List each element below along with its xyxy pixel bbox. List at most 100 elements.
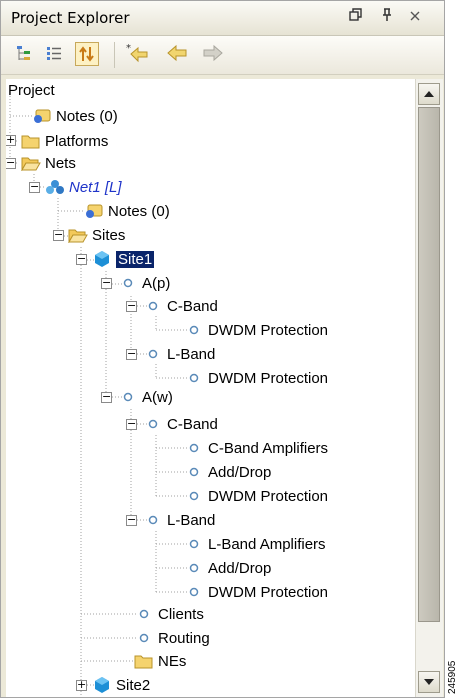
tree-label-notes: Notes (0) — [56, 107, 118, 125]
tree-node-a-p-cband[interactable]: C-Band — [143, 295, 218, 317]
collapse-a-w-lband-toggle[interactable]: − — [126, 514, 137, 526]
tree-node-a-p-cband-dwdm[interactable]: DWDM Protection — [184, 319, 328, 341]
network-icon — [45, 178, 65, 196]
tree-node-sites[interactable]: Sites — [68, 224, 125, 246]
tree-node-a-p[interactable]: A(p) — [118, 272, 170, 294]
tree-node-nes[interactable]: NEs — [134, 650, 186, 672]
tree-label-routing: Routing — [158, 629, 210, 647]
tree-label-a-w-cband-adddrop: Add/Drop — [208, 463, 272, 481]
tree-node-a-p-lband-dwdm[interactable]: DWDM Protection — [184, 367, 328, 389]
node-dot-icon — [184, 535, 204, 553]
tree-label-nes: NEs — [158, 652, 187, 670]
tree-label-a-w-lband-dwdm: DWDM Protection — [208, 583, 329, 601]
collapse-a-w-cband-toggle[interactable]: − — [126, 418, 137, 430]
collapse-a-p-cband-toggle[interactable]: − — [126, 300, 137, 312]
tree-node-net-notes[interactable]: Notes (0) — [84, 200, 170, 222]
tree-node-platforms[interactable]: Platforms — [21, 130, 108, 152]
tree-node-a-w-cband-dwdm[interactable]: DWDM Protection — [184, 485, 328, 507]
tree-node-notes[interactable]: Notes (0) — [32, 105, 118, 127]
restore-icon[interactable] — [349, 8, 363, 26]
collapse-a-p-toggle[interactable]: − — [101, 277, 112, 289]
scroll-thumb[interactable] — [418, 107, 440, 622]
site-cube-icon — [92, 676, 112, 694]
folder-icon — [21, 132, 41, 150]
tree-label-a-w: A(w) — [142, 388, 173, 406]
tree-node-nets[interactable]: Nets — [21, 152, 76, 174]
notes-icon — [84, 202, 104, 220]
tree-node-a-w-cband-amplifiers[interactable]: C-Band Amplifiers — [184, 437, 328, 459]
figure-reference-number: 245905 — [447, 660, 457, 694]
list-view-icon[interactable] — [43, 42, 67, 66]
node-dot-icon — [143, 297, 163, 315]
collapse-site1-toggle[interactable]: − — [76, 253, 87, 265]
node-dot-icon — [118, 274, 138, 292]
expand-platforms-toggle[interactable]: + — [6, 134, 16, 146]
notes-icon — [32, 107, 52, 125]
tree-node-net1[interactable]: Net1 [L] — [45, 176, 122, 198]
tree-node-a-w-lband-dwdm[interactable]: DWDM Protection — [184, 581, 328, 603]
close-icon[interactable] — [409, 8, 421, 26]
tree-view-icon[interactable] — [13, 42, 37, 66]
sync-icon[interactable] — [75, 42, 99, 66]
open-folder-icon — [68, 226, 88, 244]
tree-label-a-w-cband-amplifiers: C-Band Amplifiers — [208, 439, 329, 457]
folder-icon — [134, 652, 154, 670]
tree-label-a-p-lband-dwdm: DWDM Protection — [208, 369, 329, 387]
collapse-nets-toggle[interactable]: − — [6, 157, 16, 169]
tree-label-net1: Net1 [L] — [69, 178, 122, 196]
collapse-a-p-lband-toggle[interactable]: − — [126, 348, 137, 360]
scroll-up-button[interactable] — [418, 83, 440, 105]
tree-label-nets: Nets — [45, 154, 76, 172]
node-dot-icon — [118, 388, 138, 406]
new-arrow-icon[interactable]: * — [125, 42, 149, 66]
tree-node-a-p-lband[interactable]: L-Band — [143, 343, 215, 365]
tree-label-a-w-lband-amplifiers: L-Band Amplifiers — [208, 535, 326, 553]
open-folder-icon — [21, 154, 41, 172]
tree-label-a-w-lband-adddrop: Add/Drop — [208, 559, 272, 577]
node-dot-icon — [134, 605, 154, 623]
tree-label-a-w-cband: C-Band — [167, 415, 218, 433]
project-explorer-panel: Project Explorer * Project Notes (0) + P… — [0, 0, 445, 698]
node-dot-icon — [184, 463, 204, 481]
collapse-a-w-toggle[interactable]: − — [101, 391, 112, 403]
expand-site2-toggle[interactable]: + — [76, 679, 87, 691]
tree-label-sites: Sites — [92, 226, 126, 244]
node-dot-icon — [143, 345, 163, 363]
scroll-down-button[interactable] — [418, 671, 440, 693]
node-dot-icon — [184, 439, 204, 457]
back-arrow-icon[interactable] — [165, 42, 189, 66]
tree-node-a-w-cband-adddrop[interactable]: Add/Drop — [184, 461, 271, 483]
tree-label-a-p-lband: L-Band — [167, 345, 216, 363]
tree-node-a-w-lband-amplifiers[interactable]: L-Band Amplifiers — [184, 533, 326, 555]
node-dot-icon — [184, 487, 204, 505]
tree-node-project[interactable]: Project — [8, 79, 55, 101]
pin-icon[interactable] — [381, 8, 393, 26]
node-dot-icon — [184, 583, 204, 601]
node-dot-icon — [143, 415, 163, 433]
tree-node-a-w-lband-adddrop[interactable]: Add/Drop — [184, 557, 271, 579]
tree-node-a-w-cband[interactable]: C-Band — [143, 413, 218, 435]
tree-node-a-w-lband[interactable]: L-Band — [143, 509, 215, 531]
tree-node-routing[interactable]: Routing — [134, 627, 210, 649]
tree-label-project: Project — [8, 81, 55, 99]
tree-node-site1[interactable]: Site1 — [92, 248, 155, 270]
vertical-scrollbar[interactable] — [415, 79, 443, 697]
title-bar: Project Explorer — [1, 1, 444, 36]
tree-label-a-p-cband: C-Band — [167, 297, 218, 315]
svg-text:*: * — [126, 43, 131, 54]
tree-node-a-w[interactable]: A(w) — [118, 386, 173, 408]
site-cube-icon — [92, 250, 112, 268]
tree-label-a-p: A(p) — [142, 274, 171, 292]
node-dot-icon — [134, 629, 154, 647]
forward-arrow-icon[interactable] — [201, 42, 225, 66]
node-dot-icon — [184, 369, 204, 387]
collapse-sites-toggle[interactable]: − — [53, 229, 64, 241]
node-dot-icon — [143, 511, 163, 529]
node-dot-icon — [184, 321, 204, 339]
tree-node-clients[interactable]: Clients — [134, 603, 204, 625]
project-tree[interactable]: Project Notes (0) + Platforms − Nets − N… — [6, 79, 415, 697]
collapse-net1-toggle[interactable]: − — [29, 181, 40, 193]
panel-title: Project Explorer — [11, 9, 130, 27]
toolbar-separator — [114, 42, 115, 68]
tree-node-site2[interactable]: Site2 — [92, 674, 150, 696]
